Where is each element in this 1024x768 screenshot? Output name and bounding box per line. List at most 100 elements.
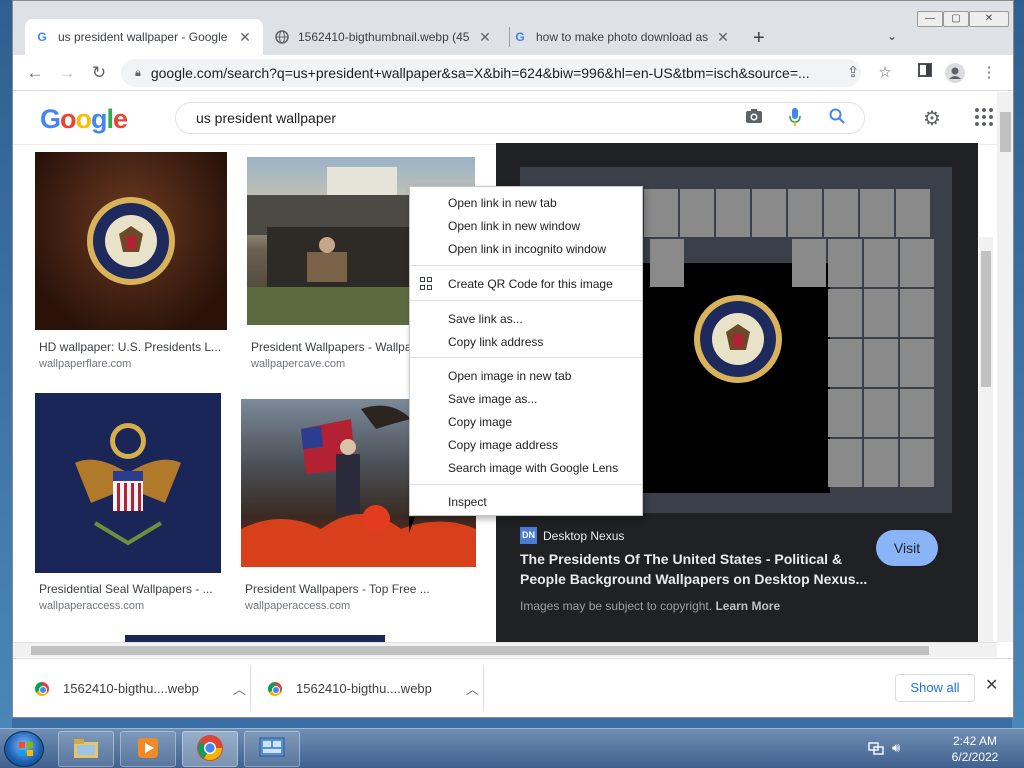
logo-letter: G: [40, 104, 61, 134]
desktop-background: [0, 0, 12, 728]
menu-separator: [410, 484, 642, 485]
download-filename: 1562410-bigthu....webp: [63, 681, 199, 696]
result-title[interactable]: President Wallpapers - Top Free ...: [245, 582, 445, 596]
taskbar-explorer-button[interactable]: [58, 731, 114, 767]
start-button[interactable]: [4, 731, 44, 767]
logo-letter: g: [91, 104, 107, 134]
search-icon[interactable]: [829, 108, 845, 129]
chevron-up-icon[interactable]: ︿: [233, 679, 246, 698]
result-source: wallpaperaccess.com: [39, 600, 145, 612]
logo-letter: o: [75, 104, 92, 134]
download-filename: 1562410-bigthu....webp: [296, 681, 432, 696]
menu-separator: [410, 265, 642, 266]
menu-item-copy-image[interactable]: Copy image: [410, 411, 642, 433]
menu-item-create-qr-code[interactable]: Create QR Code for this image: [410, 273, 642, 295]
chrome-icon: [268, 681, 282, 696]
menu-item-search-image-google-lens[interactable]: Search image with Google Lens: [410, 457, 642, 479]
page-vertical-scrollbar[interactable]: [997, 92, 1013, 642]
media-player-icon: [135, 735, 161, 764]
gear-icon[interactable]: ⚙: [923, 106, 941, 131]
share-icon[interactable]: ⇪: [843, 63, 863, 83]
visit-button[interactable]: Visit: [876, 530, 938, 566]
system-clock[interactable]: 2:42 AM 6/2/2022: [940, 733, 1010, 765]
maximize-button[interactable]: ▢: [943, 11, 969, 27]
new-tab-button[interactable]: +: [753, 27, 765, 50]
tab-close-icon[interactable]: ✕: [477, 29, 493, 46]
menu-separator: [410, 357, 642, 358]
page-scrollbar-thumb[interactable]: [1000, 112, 1011, 152]
preview-title-link[interactable]: The Presidents Of The United States - Po…: [520, 549, 870, 589]
lock-icon: 🔒︎: [135, 66, 141, 79]
result-source: wallpapercave.com: [251, 358, 346, 370]
download-item[interactable]: 1562410-bigthu....webp ︿: [268, 659, 479, 717]
reload-icon[interactable]: ↻: [87, 61, 111, 85]
learn-more-link[interactable]: Learn More: [715, 599, 780, 613]
close-window-button[interactable]: ✕: [969, 11, 1009, 27]
result-image-partial[interactable]: [125, 635, 385, 642]
show-all-button[interactable]: Show all: [895, 674, 975, 702]
logo-letter: o: [60, 104, 76, 134]
horizontal-scrollbar[interactable]: [13, 642, 997, 657]
result-image-seal-wood[interactable]: [35, 152, 227, 330]
horizontal-scrollbar-thumb[interactable]: [31, 646, 929, 655]
downloads-bar: 1562410-bigthu....webp ︿ 1562410-bigthu.…: [13, 658, 1013, 717]
menu-item-open-link-new-window[interactable]: Open link in new window: [410, 215, 642, 237]
tab-search-chevron-icon[interactable]: ⌄: [887, 29, 897, 43]
chrome-icon: [196, 734, 224, 765]
download-item[interactable]: 1562410-bigthu....webp ︿: [35, 659, 246, 717]
menu-item-open-image-new-tab[interactable]: Open image in new tab: [410, 365, 642, 387]
tab-title: us president wallpaper - Google: [58, 30, 228, 44]
tab-title: how to make photo download as: [536, 30, 709, 44]
tab-bigthumbnail[interactable]: 1562410-bigthumbnail.webp (45 ✕: [265, 19, 503, 55]
result-title[interactable]: HD wallpaper: U.S. Presidents L...: [39, 340, 224, 354]
menu-item-save-link-as[interactable]: Save link as...: [410, 308, 642, 330]
control-panel-icon: [258, 736, 286, 763]
result-title[interactable]: Presidential Seal Wallpapers - ...: [39, 582, 219, 596]
back-arrow-icon[interactable]: ←: [23, 61, 47, 85]
taskbar-app-button[interactable]: [244, 731, 300, 767]
volume-icon[interactable]: 🔊︎: [892, 740, 900, 756]
side-panel-icon[interactable]: [915, 63, 935, 83]
result-image-presidential-seal[interactable]: [35, 393, 221, 573]
bookmark-star-icon[interactable]: ☆: [875, 63, 895, 83]
preview-source[interactable]: DN Desktop Nexus: [520, 527, 624, 544]
google-icon: G: [515, 30, 525, 44]
result-source: wallpaperaccess.com: [245, 600, 351, 612]
taskbar-chrome-button[interactable]: [182, 731, 238, 767]
taskbar-media-player-button[interactable]: [120, 731, 176, 767]
browser-toolbar: ← → ↻ 🔒︎ google.com/search?q=us+presiden…: [13, 55, 1013, 91]
address-bar[interactable]: 🔒︎ google.com/search?q=us+president+wall…: [121, 59, 861, 87]
network-icon[interactable]: [868, 740, 884, 759]
menu-item-open-link-new-tab[interactable]: Open link in new tab: [410, 192, 642, 214]
camera-icon[interactable]: [745, 108, 763, 129]
menu-item-copy-image-address[interactable]: Copy image address: [410, 434, 642, 456]
address-url: google.com/search?q=us+president+wallpap…: [150, 65, 810, 81]
menu-item-inspect[interactable]: Inspect: [410, 491, 642, 513]
tab-how-to-make-photo-download[interactable]: G how to make photo download as ✕: [503, 19, 741, 55]
results-scrollbar[interactable]: [979, 237, 993, 642]
clock-date: 6/2/2022: [951, 750, 999, 764]
tab-close-icon[interactable]: ✕: [237, 29, 253, 46]
close-icon[interactable]: ✕: [985, 675, 998, 695]
qr-code-icon: [420, 277, 434, 291]
google-logo[interactable]: Google: [40, 104, 128, 135]
results-scrollbar-thumb[interactable]: [981, 251, 991, 387]
chevron-up-icon[interactable]: ︿: [466, 679, 479, 698]
menu-item-save-image-as[interactable]: Save image as...: [410, 388, 642, 410]
apps-grid-icon[interactable]: [975, 108, 993, 126]
tab-close-icon[interactable]: ✕: [715, 29, 731, 46]
tab-title: 1562410-bigthumbnail.webp (45: [298, 30, 470, 44]
microphone-icon[interactable]: [789, 108, 801, 131]
profile-avatar-icon[interactable]: [945, 63, 965, 83]
copyright-notice: Images may be subject to copyright. Lear…: [520, 599, 780, 613]
globe-icon: [275, 30, 289, 44]
tab-us-president-wallpaper[interactable]: G us president wallpaper - Google ✕: [25, 19, 263, 55]
menu-kebab-icon[interactable]: ⋮: [979, 63, 999, 83]
menu-item-open-link-incognito[interactable]: Open link in incognito window: [410, 238, 642, 260]
clock-time: 2:42 AM: [952, 734, 998, 748]
windows-logo-icon: [19, 742, 33, 756]
minimize-button[interactable]: —: [917, 11, 943, 27]
menu-item-copy-link-address[interactable]: Copy link address: [410, 331, 642, 353]
forward-arrow-icon[interactable]: →: [55, 61, 79, 85]
result-title[interactable]: President Wallpapers - Wallpa: [251, 340, 411, 354]
